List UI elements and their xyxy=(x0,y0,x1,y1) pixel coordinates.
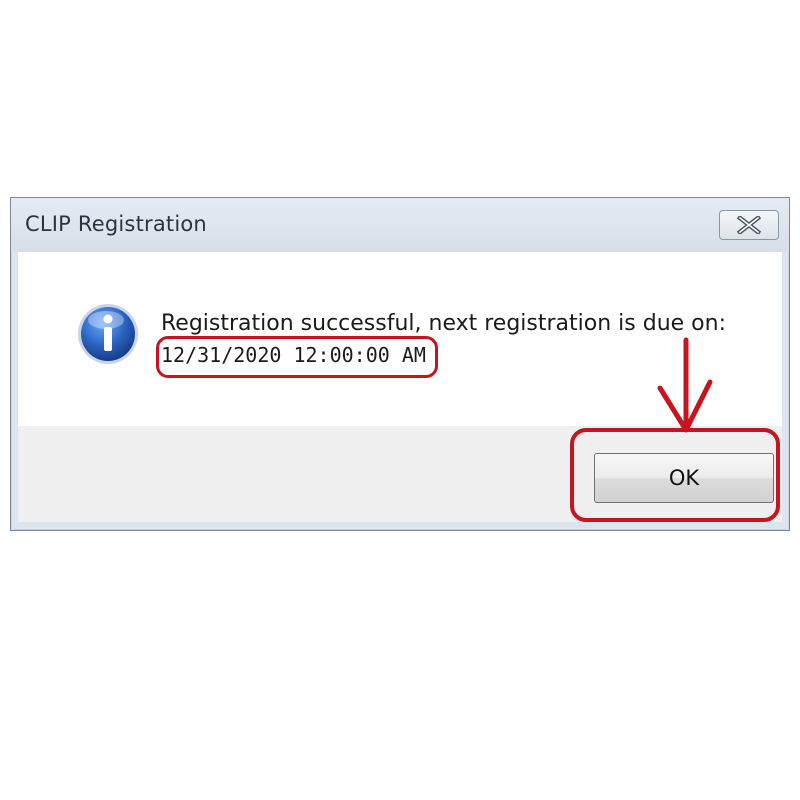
message-area: Registration successful, next registrati… xyxy=(18,252,782,426)
registration-dialog: CLIP Registration Registration successfu… xyxy=(10,197,790,531)
message-line-1: Registration successful, next registrati… xyxy=(161,311,726,336)
registration-message: Registration successful, next registrati… xyxy=(161,309,726,370)
close-x-icon xyxy=(736,216,762,234)
button-area: OK xyxy=(18,426,782,522)
title-bar[interactable]: CLIP Registration xyxy=(11,198,789,252)
information-icon xyxy=(78,304,138,364)
dialog-title: CLIP Registration xyxy=(25,212,207,236)
ok-button[interactable]: OK xyxy=(594,453,774,503)
close-button[interactable] xyxy=(719,210,779,240)
due-date: 12/31/2020 12:00:00 AM xyxy=(161,343,426,367)
screenshot-canvas: CLIP Registration Registration successfu… xyxy=(0,0,800,800)
